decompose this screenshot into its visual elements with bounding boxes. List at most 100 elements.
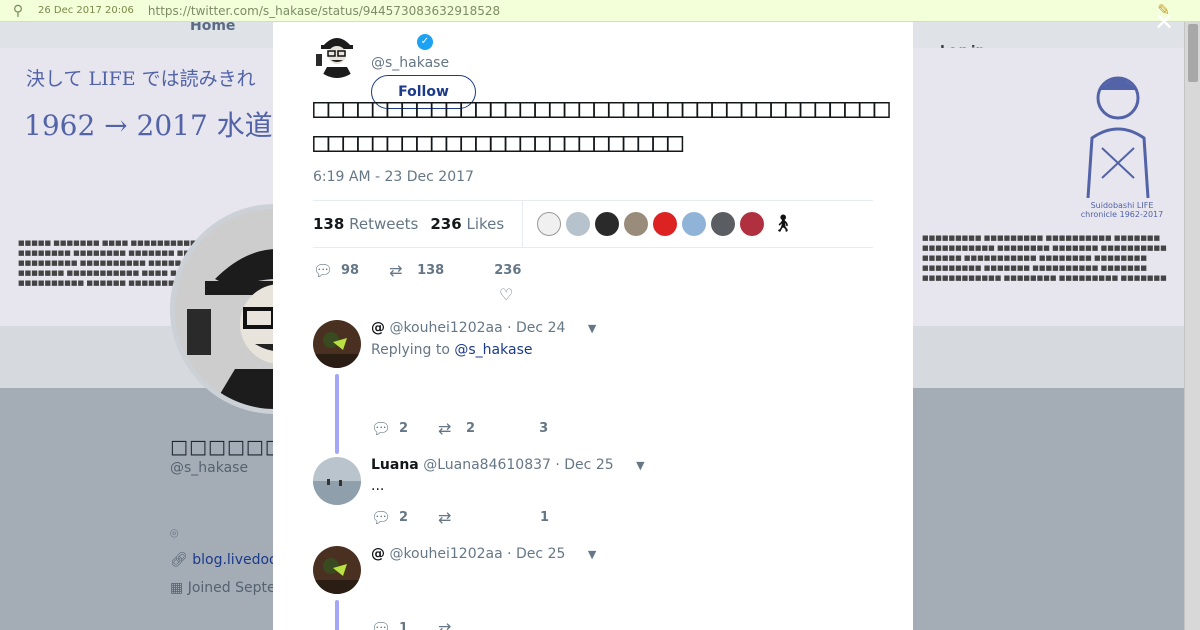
reply-icon: 💬︎ bbox=[371, 418, 392, 438]
like-action[interactable]: 3 bbox=[539, 421, 548, 436]
likes-stat[interactable]: 236 Likes bbox=[430, 215, 504, 233]
tweet-timestamp[interactable]: 6:19 AM - 23 Dec 2017 bbox=[313, 169, 474, 185]
tweet-permalink-modal: ✓ @s_hakase Follow □□□□□□□□□□□□□□□□□□□□□… bbox=[273, 22, 913, 630]
reply-avatar[interactable] bbox=[313, 546, 361, 594]
retweet-icon: ⇄ bbox=[438, 418, 452, 438]
like-action[interactable]: 236 bbox=[494, 263, 521, 278]
reply-actions: 💬︎ 2 ⇄ 1 bbox=[371, 507, 549, 527]
liker-avatar[interactable] bbox=[740, 212, 765, 236]
reply-action[interactable]: 💬︎ 2 bbox=[371, 508, 408, 527]
thread-line bbox=[335, 600, 339, 630]
retweets-label: Retweets bbox=[349, 215, 419, 233]
reply-reply-count: 1 bbox=[399, 620, 409, 630]
replying-to-mention[interactable]: @s_hakase bbox=[454, 342, 532, 358]
reply-author-handle[interactable]: @Luana84610837 bbox=[423, 457, 551, 473]
retweet-icon: ⇄ bbox=[438, 618, 452, 630]
profile-website-link[interactable]: 🔗︎ blog.livedoo bbox=[170, 552, 278, 568]
archive-url[interactable]: https://twitter.com/s_hakase/status/9445… bbox=[148, 4, 500, 18]
reply-action[interactable]: 💬︎ 1 bbox=[371, 619, 408, 630]
thread-line bbox=[335, 374, 339, 454]
close-icon[interactable]: ✕ bbox=[1154, 10, 1174, 34]
chevron-down-icon[interactable]: ▼ bbox=[588, 548, 596, 561]
reply-like-count: 1 bbox=[540, 509, 550, 525]
liker-avatar[interactable] bbox=[537, 212, 562, 236]
reply-action[interactable]: 💬︎ 2 bbox=[371, 419, 408, 438]
reply-header: @ @kouhei1202aa · Dec 24 ▼ bbox=[371, 320, 596, 336]
liker-avatar[interactable] bbox=[711, 212, 736, 236]
retweet-count: 138 bbox=[417, 262, 445, 278]
likes-label: Likes bbox=[466, 215, 505, 233]
reply-date[interactable]: · Dec 25 bbox=[507, 546, 565, 562]
retweets-stat[interactable]: 138 Retweets bbox=[313, 215, 418, 233]
retweet-action[interactable]: ⇄ 2 bbox=[438, 419, 475, 438]
archive-date: 26 Dec 2017 20:06 bbox=[38, 5, 134, 16]
banner-line-1: 決して LIFE では読みきれ bbox=[26, 68, 256, 90]
reply-icon: 💬︎ bbox=[371, 618, 392, 630]
reply-tweet[interactable]: @ @kouhei1202aa · Dec 24 ▼ Replying to @… bbox=[313, 320, 873, 460]
like-action[interactable]: 1 bbox=[540, 510, 549, 525]
chevron-down-icon[interactable]: ▼ bbox=[636, 459, 644, 472]
like-count: 236 bbox=[494, 262, 522, 278]
banner-right-text-block: ■■■■■■■■■ ■■■■■■■■■ ■■■■■■■■■■ ■■■■■■■ ■… bbox=[922, 234, 1167, 282]
author-handle[interactable]: @s_hakase bbox=[371, 55, 449, 71]
author-avatar-illustration bbox=[313, 30, 361, 78]
reply-author-name[interactable]: Luana bbox=[371, 457, 419, 473]
reply-action[interactable]: 💬︎ 98 bbox=[313, 261, 359, 280]
reply-like-count: 3 bbox=[539, 420, 549, 436]
reply-icon: 💬︎ bbox=[371, 507, 392, 527]
stats-divider bbox=[522, 200, 524, 248]
liker-avatar[interactable] bbox=[682, 212, 707, 236]
retweet-icon: ⇄ bbox=[389, 260, 403, 280]
reply-date[interactable]: · Dec 24 bbox=[507, 320, 565, 336]
liker-avatar[interactable] bbox=[624, 212, 649, 236]
reply-header: Luana @Luana84610837 · Dec 25 ▼ bbox=[371, 457, 645, 473]
tweet-actions: 💬︎ 98 ⇄ 138 236 bbox=[313, 260, 521, 280]
replying-to-label: Replying to bbox=[371, 342, 450, 358]
reply-header: @ @kouhei1202aa · Dec 25 ▼ bbox=[371, 546, 596, 562]
reply-avatar-image bbox=[313, 320, 361, 368]
reply-actions: 💬︎ 1 ⇄ bbox=[371, 618, 466, 630]
retweet-action[interactable]: ⇄ 138 bbox=[389, 261, 444, 280]
reply-avatar-image bbox=[313, 546, 361, 594]
reply-actions: 💬︎ 2 ⇄ 2 3 bbox=[371, 418, 548, 438]
likes-count: 236 bbox=[430, 215, 462, 233]
banner-caption: Suidobashi LIFE chronicle 1962-2017 bbox=[1080, 201, 1164, 219]
reply-avatar[interactable] bbox=[313, 320, 361, 368]
archive-bar: ⚲ 26 Dec 2017 20:06 https://twitter.com/… bbox=[0, 0, 1200, 22]
profile-website-text[interactable]: blog.livedoo bbox=[192, 552, 277, 568]
reply-author-handle[interactable]: @kouhei1202aa bbox=[389, 320, 502, 336]
tweet-stats-bar: 138 Retweets 236 Likes 🚶︎ bbox=[313, 200, 873, 248]
chevron-down-icon[interactable]: ▼ bbox=[588, 322, 596, 335]
calendar-icon: ▦ bbox=[170, 580, 184, 596]
retweet-icon: ⇄ bbox=[438, 507, 452, 527]
profile-handle: @s_hakase bbox=[170, 460, 249, 476]
reply-author-handle[interactable]: @kouhei1202aa bbox=[389, 546, 502, 562]
link-icon: 🔗︎ bbox=[170, 552, 188, 568]
scrollbar-thumb[interactable] bbox=[1188, 24, 1198, 82]
reply-date[interactable]: · Dec 25 bbox=[555, 457, 613, 473]
like-heart-button[interactable]: ♡ bbox=[499, 285, 519, 304]
liker-avatar[interactable] bbox=[566, 212, 591, 236]
walking-person-icon[interactable]: 🚶︎ bbox=[772, 214, 794, 234]
retweets-count: 138 bbox=[313, 215, 345, 233]
tweet-text: □□□□□□□□□□□□□□□□□□□□□□□□□□□□□□□□□□□□□□□□… bbox=[313, 93, 890, 158]
reply-avatar-image bbox=[313, 457, 361, 505]
liker-avatar[interactable] bbox=[595, 212, 620, 236]
reply-author-name[interactable]: @ bbox=[371, 546, 385, 562]
reply-text: ... bbox=[371, 478, 385, 494]
liker-avatar[interactable] bbox=[653, 212, 678, 236]
likers-avatars: 🚶︎ bbox=[537, 212, 794, 236]
reply-tweet[interactable]: @ @kouhei1202aa · Dec 25 ▼ 💬︎ 1 ⇄ bbox=[313, 546, 873, 630]
page-scrollbar[interactable] bbox=[1184, 22, 1200, 630]
profile-joined: ▦ Joined Septe bbox=[170, 580, 276, 596]
retweet-action[interactable]: ⇄ bbox=[438, 619, 466, 630]
reply-reply-count: 2 bbox=[399, 509, 409, 525]
archive-logo-icon[interactable]: ⚲ bbox=[8, 3, 28, 19]
retweet-action[interactable]: ⇄ bbox=[438, 508, 466, 527]
reply-tweet[interactable]: Luana @Luana84610837 · Dec 25 ▼ ... 💬︎ 2 … bbox=[313, 457, 873, 547]
banner-line-2: 1962 → 2017 水道 bbox=[24, 109, 273, 142]
verified-badge-icon: ✓ bbox=[417, 34, 433, 50]
reply-avatar[interactable] bbox=[313, 457, 361, 505]
author-avatar[interactable] bbox=[313, 30, 361, 78]
reply-author-name[interactable]: @ bbox=[371, 320, 385, 336]
